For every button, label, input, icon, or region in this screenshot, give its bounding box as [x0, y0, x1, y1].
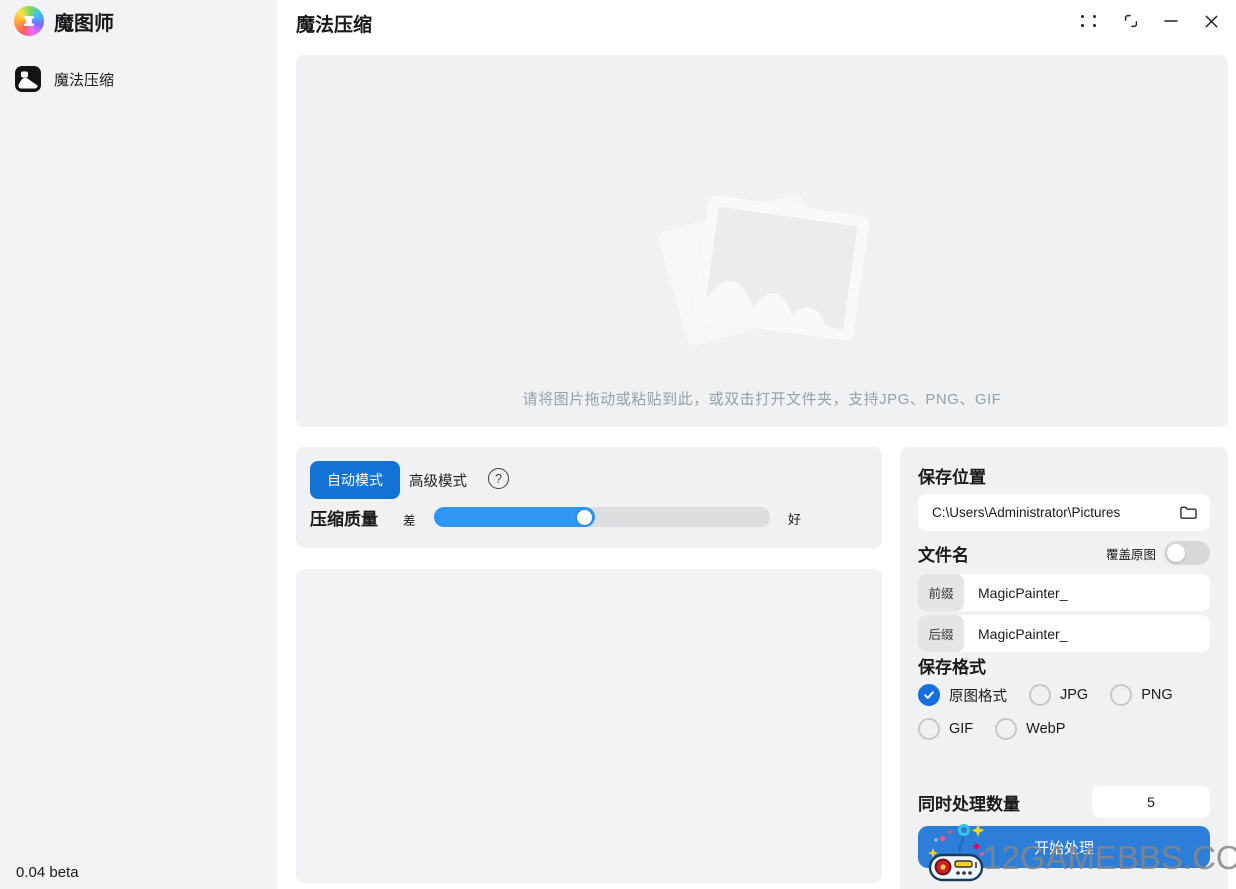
app-logo-icon: [14, 6, 44, 36]
save-path-input[interactable]: [932, 505, 1179, 520]
radio-circle: [918, 718, 940, 740]
help-icon[interactable]: ?: [488, 468, 509, 489]
suffix-row: 后缀: [918, 615, 1210, 652]
prefix-row: 前缀: [918, 574, 1210, 611]
radio-circle: [1110, 684, 1133, 706]
tab-auto-mode[interactable]: 自动模式: [310, 461, 400, 499]
dropzone-hint: 请将图片拖动或粘贴到此，或双击打开文件夹，支持JPG、PNG、GIF: [522, 391, 1002, 408]
format-radio-row-2: GIF WebP: [918, 718, 1218, 740]
folder-icon[interactable]: [1179, 504, 1198, 521]
concurrency-label: 同时处理数量: [918, 794, 1020, 814]
more-options-dots-icon[interactable]: [1078, 9, 1102, 33]
image-icon: [14, 65, 42, 93]
filename-label: 文件名: [918, 545, 969, 565]
suffix-input[interactable]: [964, 625, 1210, 642]
prefix-chip: 前缀: [918, 574, 964, 611]
filename-row: 文件名 覆盖原图: [918, 540, 1210, 566]
radio-png[interactable]: PNG: [1110, 684, 1173, 706]
concurrency-row: 同时处理数量: [918, 786, 1210, 818]
quality-slider[interactable]: [434, 507, 770, 527]
overwrite-label: 覆盖原图: [1105, 547, 1156, 562]
version-label: 0.04 beta: [16, 864, 79, 881]
mode-panel: 自动模式 高级模式 ? 压缩质量 差 好: [296, 447, 882, 548]
save-location-label: 保存位置: [918, 468, 986, 487]
app-window: { "sidebar": { "app_name": "魔图师", "items…: [0, 0, 1236, 889]
page-title: 魔法压缩: [296, 15, 373, 36]
sidebar-item-magic-compress[interactable]: 魔法压缩: [14, 60, 262, 98]
app-logo-row: 魔图师: [14, 6, 114, 36]
gamepad-watermark-icon: [924, 818, 992, 886]
minimize-icon[interactable]: [1159, 9, 1183, 33]
quality-max-label: 好: [788, 512, 802, 527]
file-list-panel: [296, 569, 882, 883]
radio-circle: [995, 718, 1018, 740]
save-path-row: [918, 494, 1210, 531]
quality-label: 压缩质量: [310, 510, 378, 529]
tab-advanced-mode[interactable]: 高级模式: [409, 470, 467, 491]
close-icon[interactable]: [1199, 9, 1223, 33]
sidebar-item-label: 魔法压缩: [54, 71, 115, 89]
prefix-input[interactable]: [964, 584, 1210, 601]
sidebar: 魔图师 魔法压缩 0.04 beta: [0, 0, 277, 889]
quality-slider-thumb[interactable]: [577, 509, 593, 525]
image-dropzone[interactable]: 请将图片拖动或粘贴到此，或双击打开文件夹，支持JPG、PNG、GIF: [296, 55, 1228, 427]
suffix-chip: 后缀: [918, 615, 964, 652]
quality-min-label: 差: [403, 514, 416, 528]
overwrite-toggle[interactable]: [1164, 541, 1210, 565]
save-format-label: 保存格式: [918, 658, 986, 677]
radio-gif[interactable]: GIF: [918, 718, 973, 740]
photo-placeholder-icon: [652, 183, 872, 363]
dots-grid: [1081, 14, 1099, 28]
maximize-icon[interactable]: [1119, 9, 1143, 33]
concurrency-input[interactable]: [1092, 786, 1210, 818]
quality-slider-fill: [434, 507, 596, 527]
format-radio-row-1: 原图格式 JPG PNG: [918, 684, 1218, 706]
app-name: 魔图师: [54, 12, 114, 35]
radio-circle: [918, 684, 940, 706]
radio-circle: [1029, 684, 1051, 706]
radio-webp[interactable]: WebP: [995, 718, 1065, 740]
watermark-text: 12GAMEBBS.COM: [983, 839, 1236, 876]
radio-jpg[interactable]: JPG: [1029, 684, 1088, 706]
radio-original-format[interactable]: 原图格式: [918, 684, 1007, 706]
